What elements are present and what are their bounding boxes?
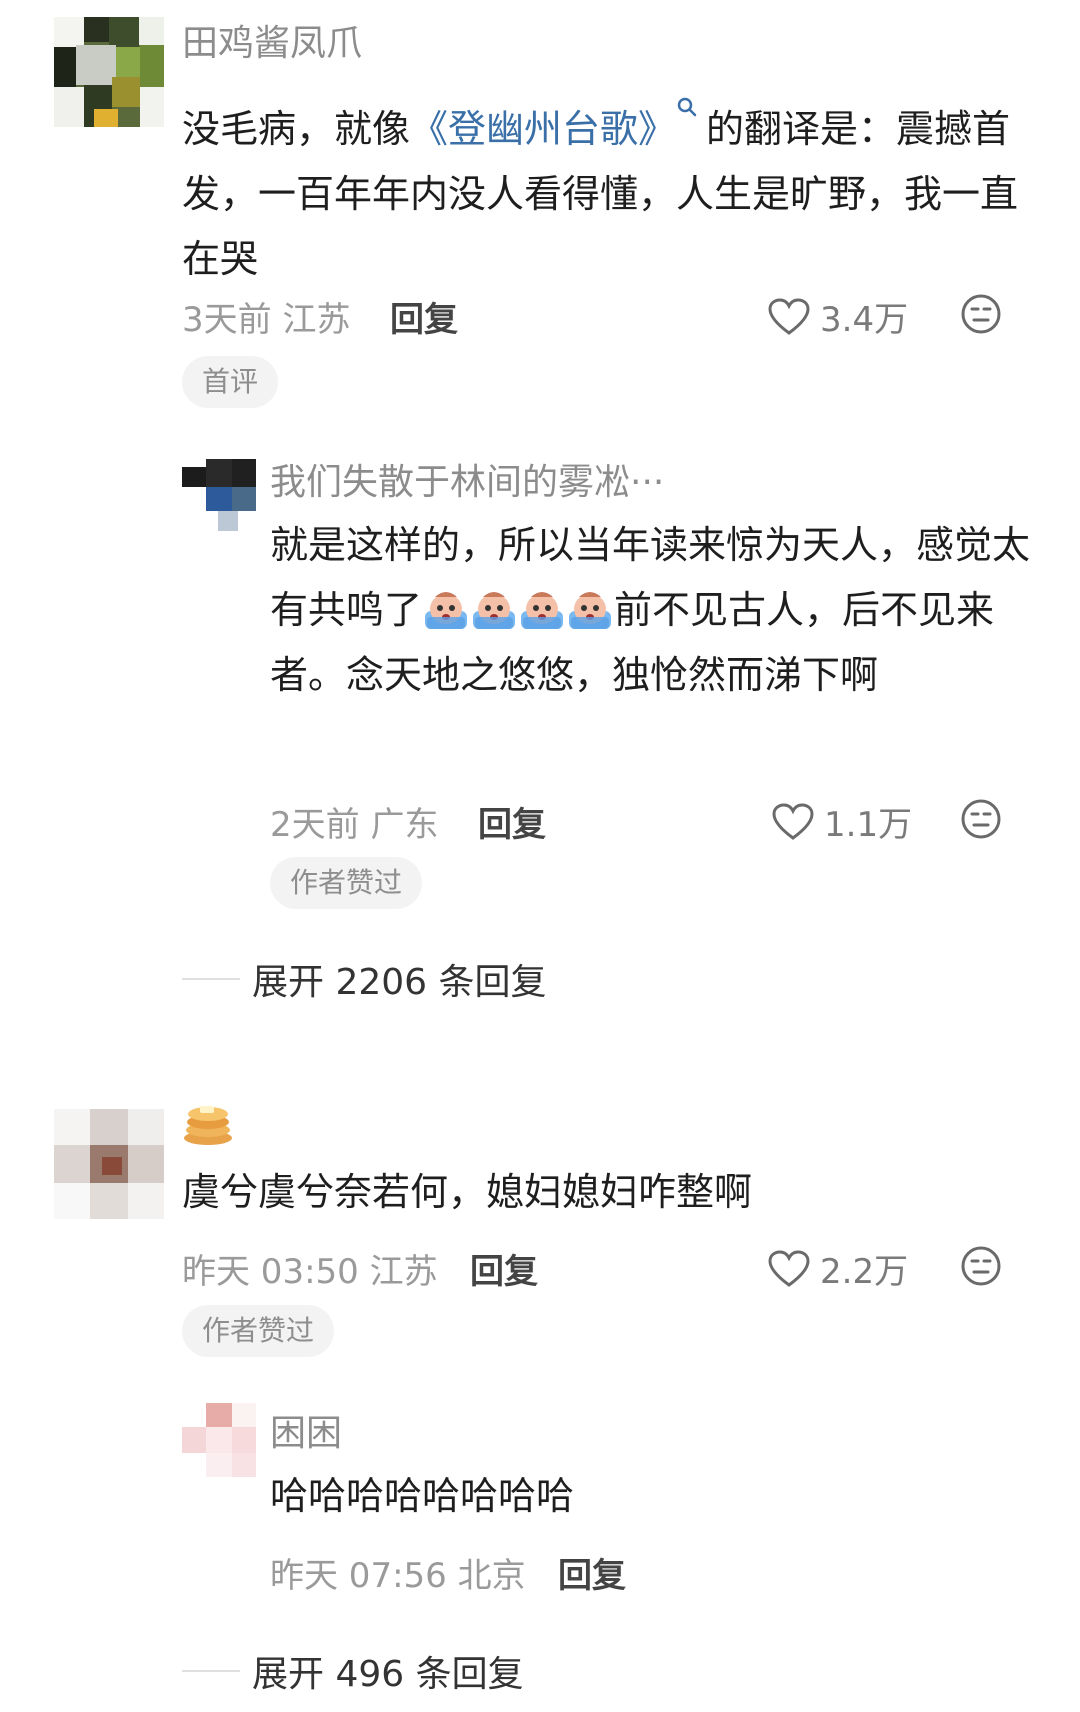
like-count: 1.1万: [824, 805, 913, 845]
first-comment-badge: 首评: [182, 356, 279, 408]
crying-emoji: [519, 586, 565, 630]
avatar[interactable]: [182, 1403, 256, 1477]
divider: [182, 1670, 240, 1672]
comment-text: 虞兮虞兮奈若何，媳妇媳妇咋整啊: [182, 1170, 753, 1214]
reply-text: 就是这样的，所以当年读来惊为天人，感觉太有共鸣了 前不见古人，后不见来者。念天地之…: [270, 513, 1032, 708]
like-count: 2.2万: [820, 1252, 909, 1292]
author-liked-badge: 作者赞过: [270, 857, 423, 909]
time-location: 昨天 07:56 北京: [270, 1556, 526, 1596]
dislike-face-icon: [961, 1246, 1001, 1286]
avatar[interactable]: [54, 1109, 164, 1219]
dislike-button[interactable]: [960, 293, 1002, 339]
heart-icon: [768, 1249, 810, 1287]
reply-button[interactable]: 回复: [470, 1244, 538, 1293]
comment-text-before: 没毛病，就像: [182, 107, 411, 151]
poem-link[interactable]: 《登幽州台歌》: [410, 107, 676, 151]
dislike-button[interactable]: [960, 798, 1002, 844]
avatar[interactable]: [54, 17, 164, 127]
crying-emoji: [567, 586, 613, 630]
pancake-icon: [182, 1100, 234, 1152]
time-location: 2天前 广东: [270, 805, 439, 845]
dislike-face-icon: [961, 294, 1001, 334]
dislike-button[interactable]: [960, 1245, 1002, 1291]
reply-text: 哈哈哈哈哈哈哈哈: [270, 1474, 575, 1518]
reply-button[interactable]: 回复: [390, 292, 458, 341]
comment-text: 没毛病，就像《登幽州台歌》 的翻译是：震撼首发，一百年年内没人看得懂，人生是旷野，…: [182, 75, 1022, 292]
expand-replies-button[interactable]: 展开 2206 条回复: [182, 953, 547, 1005]
heart-icon: [768, 297, 810, 335]
time-location: 3天前 江苏: [182, 300, 351, 340]
heart-icon: [772, 802, 814, 840]
dislike-face-icon: [961, 799, 1001, 839]
username[interactable]: 困困: [270, 1404, 342, 1456]
search-icon[interactable]: [676, 75, 706, 140]
crying-emoji: [423, 586, 469, 630]
divider: [182, 978, 240, 980]
crying-emoji: [471, 586, 517, 630]
time-location: 昨天 03:50 江苏: [182, 1252, 438, 1292]
like-button[interactable]: 2.2万: [768, 1244, 908, 1293]
avatar[interactable]: [182, 459, 256, 535]
author-liked-badge: 作者赞过: [182, 1305, 335, 1357]
expand-replies-button[interactable]: 展开 496 条回复: [182, 1645, 524, 1697]
expand-replies-label: 展开 2206 条回复: [252, 962, 547, 1003]
reply-button[interactable]: 回复: [558, 1548, 626, 1597]
reply-button[interactable]: 回复: [478, 797, 546, 846]
like-button[interactable]: 3.4万: [768, 292, 908, 341]
expand-replies-label: 展开 496 条回复: [252, 1654, 524, 1695]
username[interactable]: 我们失散于林间的雾凇···: [270, 453, 664, 505]
like-button[interactable]: 1.1万: [772, 797, 912, 846]
username[interactable]: 田鸡酱凤爪: [182, 14, 362, 66]
like-count: 3.4万: [820, 300, 909, 340]
